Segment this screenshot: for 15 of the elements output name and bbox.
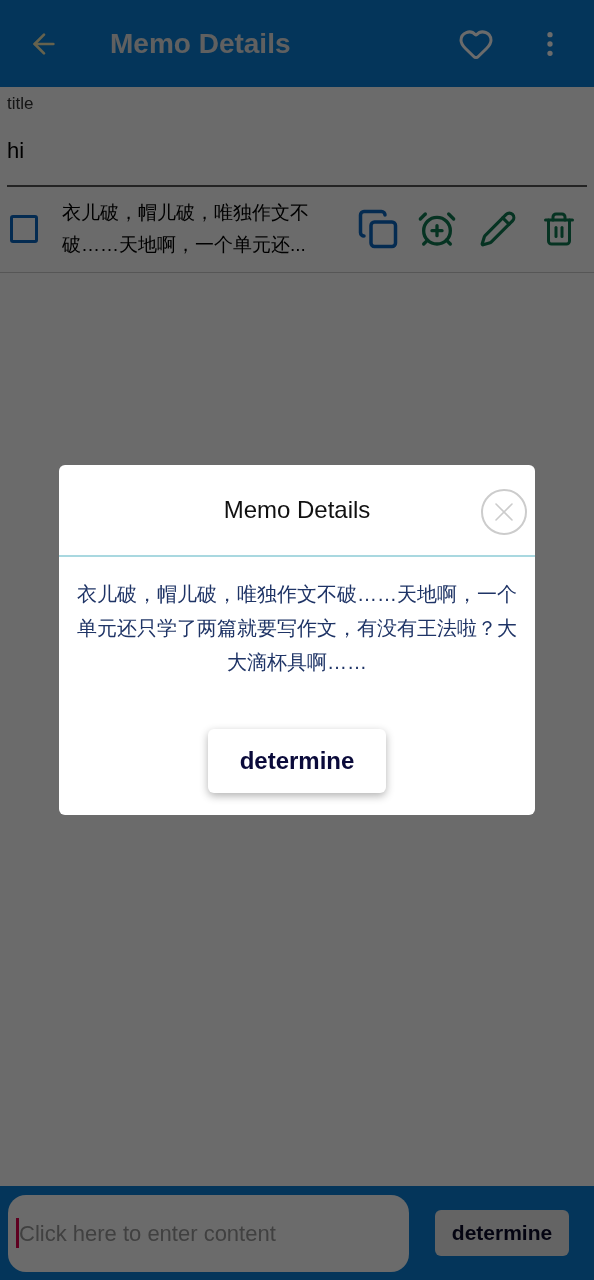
- field-label: title: [7, 93, 35, 115]
- alarm-add-icon[interactable]: [417, 209, 457, 249]
- pencil-icon[interactable]: [479, 210, 517, 248]
- text-cursor: [16, 1218, 19, 1248]
- dialog-body: 衣儿破，帽儿破，唯独作文不破……天地啊，一个单元还只学了两篇就要写作文，有没有王法啦？大大滴杯具啊……: [76, 582, 518, 675]
- determine-button[interactable]: determine: [435, 1210, 569, 1256]
- dialog-title: Memo Details: [223, 495, 371, 525]
- title-field[interactable]: hi: [7, 116, 587, 187]
- memo-text: 衣儿破，帽儿破，唯独作文不破……天地啊，一个单元还...: [62, 201, 310, 257]
- close-button[interactable]: [481, 489, 527, 535]
- trash-icon[interactable]: [541, 211, 577, 247]
- checkbox[interactable]: [10, 215, 38, 243]
- copy-icon[interactable]: [357, 208, 399, 250]
- app-bar-title: Memo Details: [110, 26, 291, 61]
- dialog-determine-button[interactable]: determine: [208, 729, 386, 793]
